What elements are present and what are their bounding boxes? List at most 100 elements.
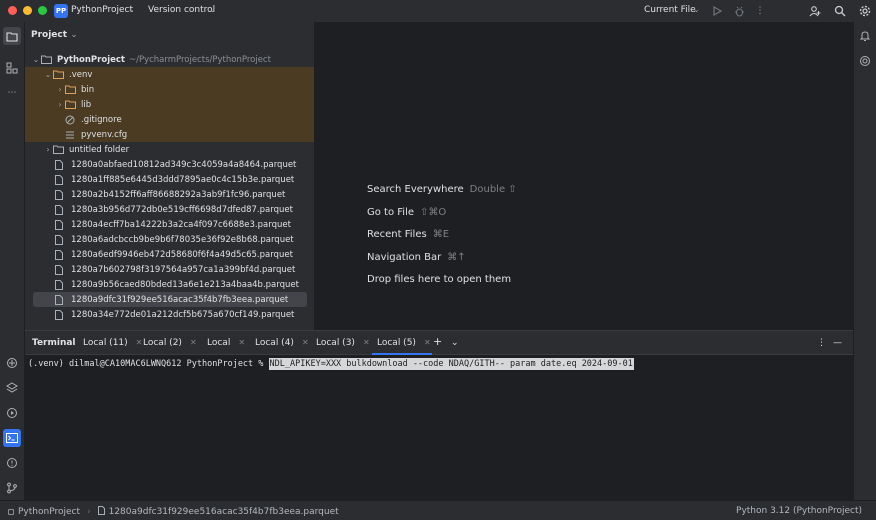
tree-file-row[interactable]: 1280a4ecff7ba14222b3a2ca4f097c6688e3.par… [25, 217, 314, 232]
chevron-down-icon[interactable]: ⌄ [209, 5, 216, 14]
project-switcher[interactable]: PythonProject [71, 5, 133, 15]
terminal-tab[interactable]: Local ✕ [207, 338, 245, 348]
add-user-icon[interactable] [807, 3, 823, 19]
notifications-bell-icon[interactable] [856, 27, 874, 45]
close-icon[interactable]: ✕ [424, 338, 431, 347]
tree-file-row[interactable]: 1280a9b56caed80bded13a6e1e213a4baa4b.par… [25, 277, 314, 292]
folder-icon [53, 145, 65, 155]
project-badge[interactable]: PP [54, 4, 68, 18]
more-options-icon[interactable]: ⋮ [817, 338, 826, 348]
gear-icon[interactable] [857, 3, 873, 19]
file-name: 1280a0abfaed10812ad349c3c4059a4a8464.par… [71, 159, 297, 170]
file-name: 1280a6edf9946eb472d58680f6f4a49d5c65.par… [71, 249, 293, 260]
terminal-command-selection[interactable]: NDL_APIKEY=XXX bulkdownload --code NDAQ/… [268, 358, 634, 370]
file-icon [55, 309, 67, 320]
file-icon [55, 264, 67, 275]
editor-area[interactable]: Search Everywhere Double ⇧ Go to File ⇧⌘O … [315, 22, 853, 330]
chevron-down-icon[interactable]: ⌄ [451, 338, 459, 348]
close-icon[interactable]: ✕ [136, 338, 143, 347]
minimize-panel-icon[interactable]: — [833, 338, 842, 348]
chevron-right-icon[interactable]: › [55, 100, 65, 109]
run-icon[interactable] [709, 3, 725, 19]
file-name: 1280a1ff885e6445d3ddd7895ae0c4c15b3e.par… [71, 174, 295, 185]
tree-file-row[interactable]: 1280a6edf9946eb472d58680f6f4a49d5c65.par… [25, 247, 314, 262]
file-icon [55, 189, 67, 200]
file-name: 1280a9b56caed80bded13a6e1e213a4baa4b.par… [71, 279, 299, 290]
tree-venv-row[interactable]: ⌄ .venv [25, 67, 314, 82]
debug-icon[interactable] [731, 3, 747, 19]
tree-pyvenv-row[interactable]: pyvenv.cfg [25, 127, 314, 142]
close-icon[interactable]: ✕ [190, 338, 197, 347]
structure-icon[interactable] [3, 59, 21, 77]
layers-icon[interactable] [3, 379, 21, 397]
terminal-output[interactable]: (.venv) dilmal@CA10MAC6LWNQ612 PythonPro… [25, 357, 853, 371]
tree-lib-row[interactable]: › lib [25, 97, 314, 112]
tree-untitled-folder-row[interactable]: › untitled folder [25, 142, 314, 157]
ignore-file-icon [65, 115, 77, 125]
file-name: 1280a9dfc31f929ee516acac35f4b7fb3eea.par… [71, 294, 289, 305]
close-icon[interactable]: ✕ [302, 338, 309, 347]
title-bar: PP PythonProject ⌄ Version control ⌄ Cur… [0, 0, 876, 22]
more-actions-icon[interactable]: ⋮ [752, 3, 768, 19]
chevron-down-icon[interactable]: ⌄ [70, 30, 78, 40]
python-packages-icon[interactable] [3, 354, 21, 372]
gitignore-file-name: .gitignore [81, 114, 122, 125]
terminal-tab[interactable]: Local (3) ✕ [316, 338, 370, 348]
terminal-tab[interactable]: Local (11) ✕ [83, 338, 142, 348]
python-interpreter[interactable]: Python 3.12 (PythonProject) [736, 506, 862, 516]
tree-file-row[interactable]: 1280a6adcbccb9be9b6f78035e36f92e8b68.par… [25, 232, 314, 247]
run-configuration-selector[interactable]: Current File [644, 5, 696, 15]
close-icon[interactable]: ✕ [363, 338, 370, 347]
file-icon [55, 159, 67, 170]
search-icon[interactable] [832, 3, 848, 19]
terminal-icon[interactable] [3, 429, 21, 447]
terminal-title: Terminal [32, 338, 76, 348]
tree-file-row-selected[interactable]: 1280a9dfc31f929ee516acac35f4b7fb3eea.par… [33, 292, 307, 307]
chevron-right-icon[interactable]: › [55, 85, 65, 94]
hint-go-to-file: Go to File ⇧⌘O [367, 207, 447, 218]
breadcrumb-project[interactable]: PythonProject [18, 507, 80, 517]
pyvenv-file-name: pyvenv.cfg [81, 129, 128, 140]
tree-file-row[interactable]: 1280a1ff885e6445d3ddd7895ae0c4c15b3e.par… [25, 172, 314, 187]
project-tool-window: Project ⌄ ⌄ PythonProject ~/PycharmProje… [25, 22, 315, 330]
problems-icon[interactable] [3, 454, 21, 472]
config-file-icon [65, 130, 77, 140]
project-pane-header[interactable]: Project ⌄ [31, 30, 78, 40]
breadcrumb-file[interactable]: 1280a9dfc31f929ee516acac35f4b7fb3eea.par… [109, 507, 339, 517]
tree-file-row[interactable]: 1280a3b956d772db0e519cff6698d7dfed87.par… [25, 202, 314, 217]
hint-recent-files: Recent Files ⌘E [367, 229, 450, 240]
terminal-tab-active[interactable]: Local (5) ✕ [377, 338, 431, 348]
tree-gitignore-row[interactable]: .gitignore [25, 112, 314, 127]
minimize-window-button[interactable] [23, 6, 32, 15]
close-icon[interactable]: ✕ [238, 338, 245, 347]
hint-drop-files: Drop files here to open them [367, 274, 512, 285]
new-tab-plus-icon[interactable]: + [433, 335, 442, 348]
file-icon [55, 204, 67, 215]
ai-assistant-icon[interactable] [856, 52, 874, 70]
file-icon [55, 174, 67, 185]
chevron-down-icon[interactable]: ⌄ [693, 5, 700, 14]
version-control-menu[interactable]: Version control [148, 5, 215, 15]
services-run-icon[interactable] [3, 404, 21, 422]
chevron-down-icon[interactable]: ⌄ [43, 70, 53, 79]
chevron-right-icon[interactable]: › [43, 145, 53, 154]
file-icon [55, 249, 67, 260]
tree-root-row[interactable]: ⌄ PythonProject ~/PycharmProjects/Python… [25, 52, 314, 67]
chevron-down-icon[interactable]: ⌄ [128, 5, 135, 14]
tree-bin-row[interactable]: › bin [25, 82, 314, 97]
project-tool-folder-icon[interactable] [3, 27, 21, 45]
more-tools-icon[interactable]: ⋯ [3, 84, 21, 102]
tree-file-row[interactable]: 1280a7b602798f3197564a957ca1a399bf4d.par… [25, 262, 314, 277]
tree-file-row[interactable]: 1280a2b4152ff6aff86688292a3ab9f1fc96.par… [25, 187, 314, 202]
tree-file-row[interactable]: 1280a34e772de01a212dcf5b675a670cf149.par… [25, 307, 314, 322]
folder-icon [65, 100, 77, 110]
close-window-button[interactable] [8, 6, 17, 15]
tree-file-row[interactable]: 1280a0abfaed10812ad349c3c4059a4a8464.par… [25, 157, 314, 172]
file-name: 1280a34e772de01a212dcf5b675a670cf149.par… [71, 309, 295, 320]
file-name: 1280a2b4152ff6aff86688292a3ab9f1fc96.par… [71, 189, 286, 200]
terminal-tab[interactable]: Local (2) ✕ [143, 338, 197, 348]
terminal-tab[interactable]: Local (4) ✕ [255, 338, 309, 348]
chevron-down-icon[interactable]: ⌄ [31, 55, 41, 64]
git-branch-icon[interactable] [3, 479, 21, 497]
zoom-window-button[interactable] [38, 6, 47, 15]
